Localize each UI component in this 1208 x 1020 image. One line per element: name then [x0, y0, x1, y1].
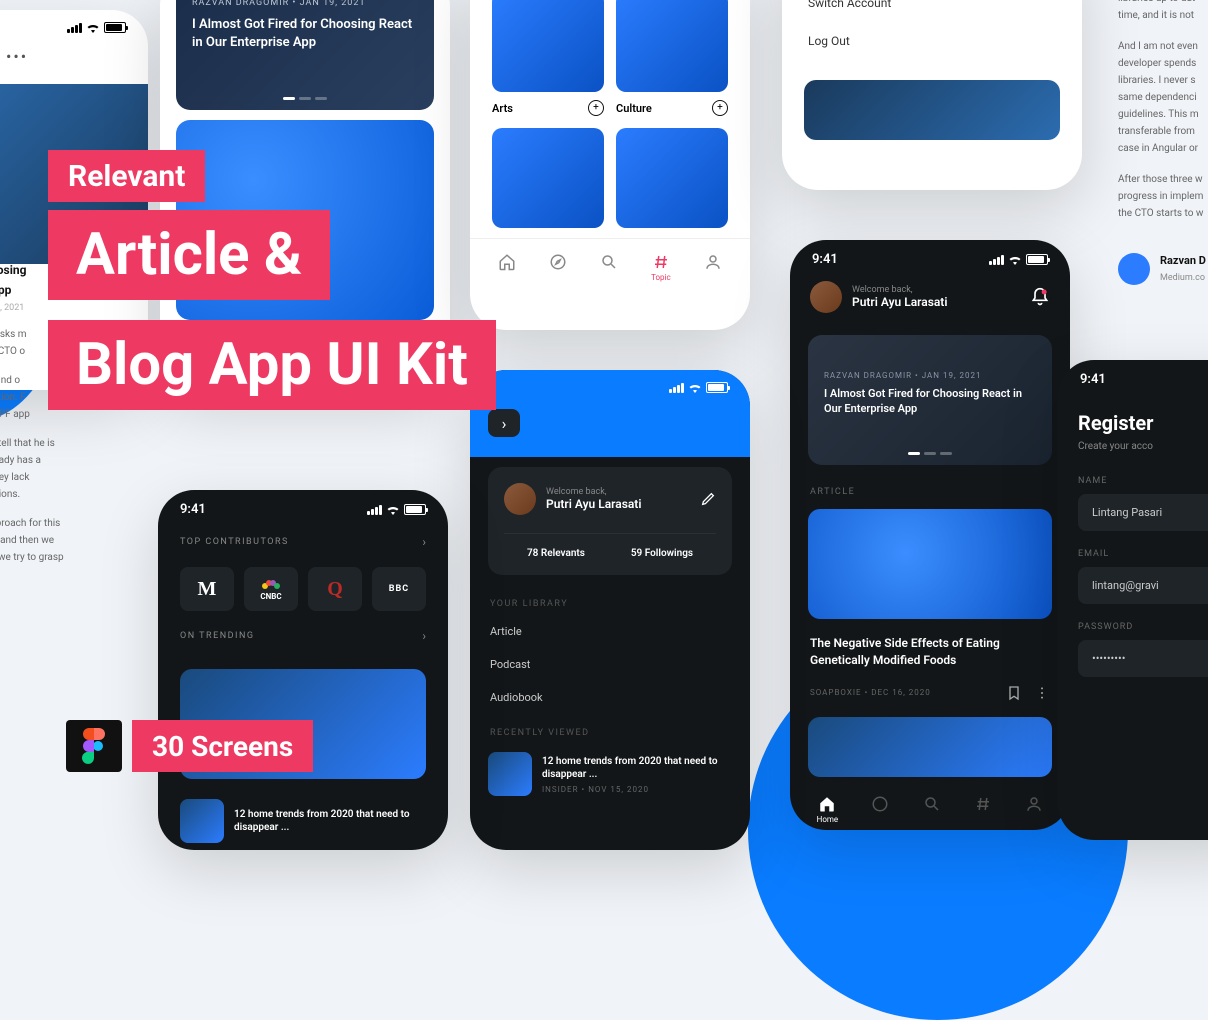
email-field[interactable]: lintang@gravi	[1078, 567, 1208, 604]
tab-home[interactable]	[498, 253, 516, 282]
featured-card[interactable]: RAZVAN DRAGOMIR • JAN 19, 2021 I Almost …	[176, 0, 434, 110]
name-field[interactable]: Lintang Pasari	[1078, 494, 1208, 531]
figma-badge	[66, 720, 122, 772]
more-icon[interactable]	[1034, 685, 1050, 701]
author-source: Medium.co	[1160, 271, 1206, 286]
tab-search[interactable]	[600, 253, 618, 282]
badge-title-line1: Article &	[48, 210, 330, 300]
library-podcast[interactable]: Podcast	[470, 648, 750, 681]
notification-icon[interactable]	[1030, 287, 1050, 307]
tab-home[interactable]: Home	[817, 795, 839, 824]
section-label: TOP CONTRIBUTORS	[180, 537, 289, 547]
phone-preview-account: › Welcome back, Putri Ayu Larasati 78 Re…	[470, 370, 750, 850]
status-icons	[67, 22, 126, 33]
author-name: Razvan D	[1160, 252, 1206, 271]
article-title[interactable]: The Negative Side Effects of Eating Gene…	[790, 625, 1070, 679]
contributor-medium[interactable]: M	[180, 567, 234, 611]
article-image	[804, 80, 1060, 140]
carousel-dots	[283, 97, 327, 100]
tab-search[interactable]	[923, 795, 941, 824]
status-time: 9:41	[812, 252, 838, 267]
logout-button[interactable]: Log Out	[782, 22, 1082, 60]
tab-profile[interactable]	[1025, 795, 1043, 824]
field-label: EMAIL	[1078, 549, 1208, 559]
author-avatar	[1118, 253, 1150, 285]
badge-title-line2: Blog App UI Kit	[48, 320, 496, 410]
phone-preview-dark-home: 9:41 Welcome back, Putri Ayu Larasati RA…	[790, 240, 1070, 830]
stat-relevants[interactable]: 78 Relevants	[527, 548, 585, 559]
user-avatar[interactable]	[810, 281, 842, 313]
article-body-crop: oosing App 22, 2021 , asks me CTO o I fi…	[0, 260, 110, 578]
contributor-quora[interactable]: Q	[308, 567, 362, 611]
list-item[interactable]: 12 home trends from 2020 that need to di…	[470, 744, 750, 804]
article-meta: RAZVAN DRAGOMIR • JAN 19, 2021	[192, 0, 418, 8]
edit-icon[interactable]	[700, 491, 716, 507]
bookmark-icon[interactable]	[1006, 685, 1022, 701]
featured-card[interactable]: RAZVAN DRAGOMIR • JAN 19, 2021 I Almost …	[808, 335, 1052, 465]
chevron-right-icon[interactable]: ›	[422, 629, 426, 643]
contributor-cnbc[interactable]: CNBC	[244, 567, 298, 611]
tab-profile[interactable]	[704, 253, 722, 282]
page-subtitle: Create your acco	[1078, 441, 1208, 452]
section-label: YOUR LIBRARY	[470, 585, 750, 615]
badge-screens: 30 Screens	[132, 720, 313, 772]
phone-preview-register: 9:41 Register Create your acco NAME Lint…	[1058, 360, 1208, 840]
back-button[interactable]: ›	[488, 409, 520, 437]
contributor-bbc[interactable]: BBC	[372, 567, 426, 611]
article-image	[808, 717, 1052, 777]
stat-followings[interactable]: 59 Followings	[631, 548, 693, 559]
article-title: I Almost Got Fired for Choosing React in…	[192, 16, 418, 52]
list-item[interactable]: 12 home trends from 2020 that need to di…	[158, 791, 448, 850]
field-label: PASSWORD	[1078, 622, 1208, 632]
chevron-right-icon[interactable]: ›	[422, 535, 426, 549]
article-meta: SOAPBOXIE • DEC 16, 2020	[810, 688, 931, 697]
tab-explore[interactable]	[871, 795, 889, 824]
topic-tile[interactable]: Arts+	[492, 0, 604, 116]
add-icon[interactable]: +	[588, 100, 604, 116]
section-label: ARTICLE	[790, 477, 1070, 503]
section-label: RECENTLY VIEWED	[470, 714, 750, 744]
section-label: ON TRENDING	[180, 631, 255, 641]
more-icon[interactable]: •••	[6, 47, 28, 66]
field-label: NAME	[1078, 476, 1208, 486]
library-article[interactable]: Article	[470, 615, 750, 648]
switch-account-button[interactable]: Switch Account	[782, 0, 1082, 22]
phone-preview-log: LOG Switch Account Log Out	[782, 0, 1082, 190]
username: Putri Ayu Larasati	[852, 295, 947, 309]
tab-topic[interactable]	[974, 795, 992, 824]
password-field[interactable]: •••••••••	[1078, 640, 1208, 677]
library-audiobook[interactable]: Audiobook	[470, 681, 750, 714]
add-icon[interactable]: +	[712, 100, 728, 116]
badge-relevant: Relevant	[48, 150, 205, 202]
phone-preview-contributors: 9:41 TOP CONTRIBUTORS› M CNBC Q BBC ON T…	[158, 490, 448, 850]
user-avatar	[504, 483, 536, 515]
welcome-label: Welcome back,	[852, 285, 947, 295]
figma-icon	[82, 728, 106, 764]
article-image	[808, 509, 1052, 619]
tab-topic[interactable]: Topic	[651, 253, 671, 282]
topic-tile[interactable]: Culture+	[616, 0, 728, 116]
page-title: Register	[1078, 411, 1208, 435]
article-body-crop: libraries up to dattime, and it is not A…	[1118, 0, 1208, 286]
phone-preview-topics: TOPICS Arts+ Culture+ Topic	[470, 0, 750, 330]
tab-explore[interactable]	[549, 253, 567, 282]
